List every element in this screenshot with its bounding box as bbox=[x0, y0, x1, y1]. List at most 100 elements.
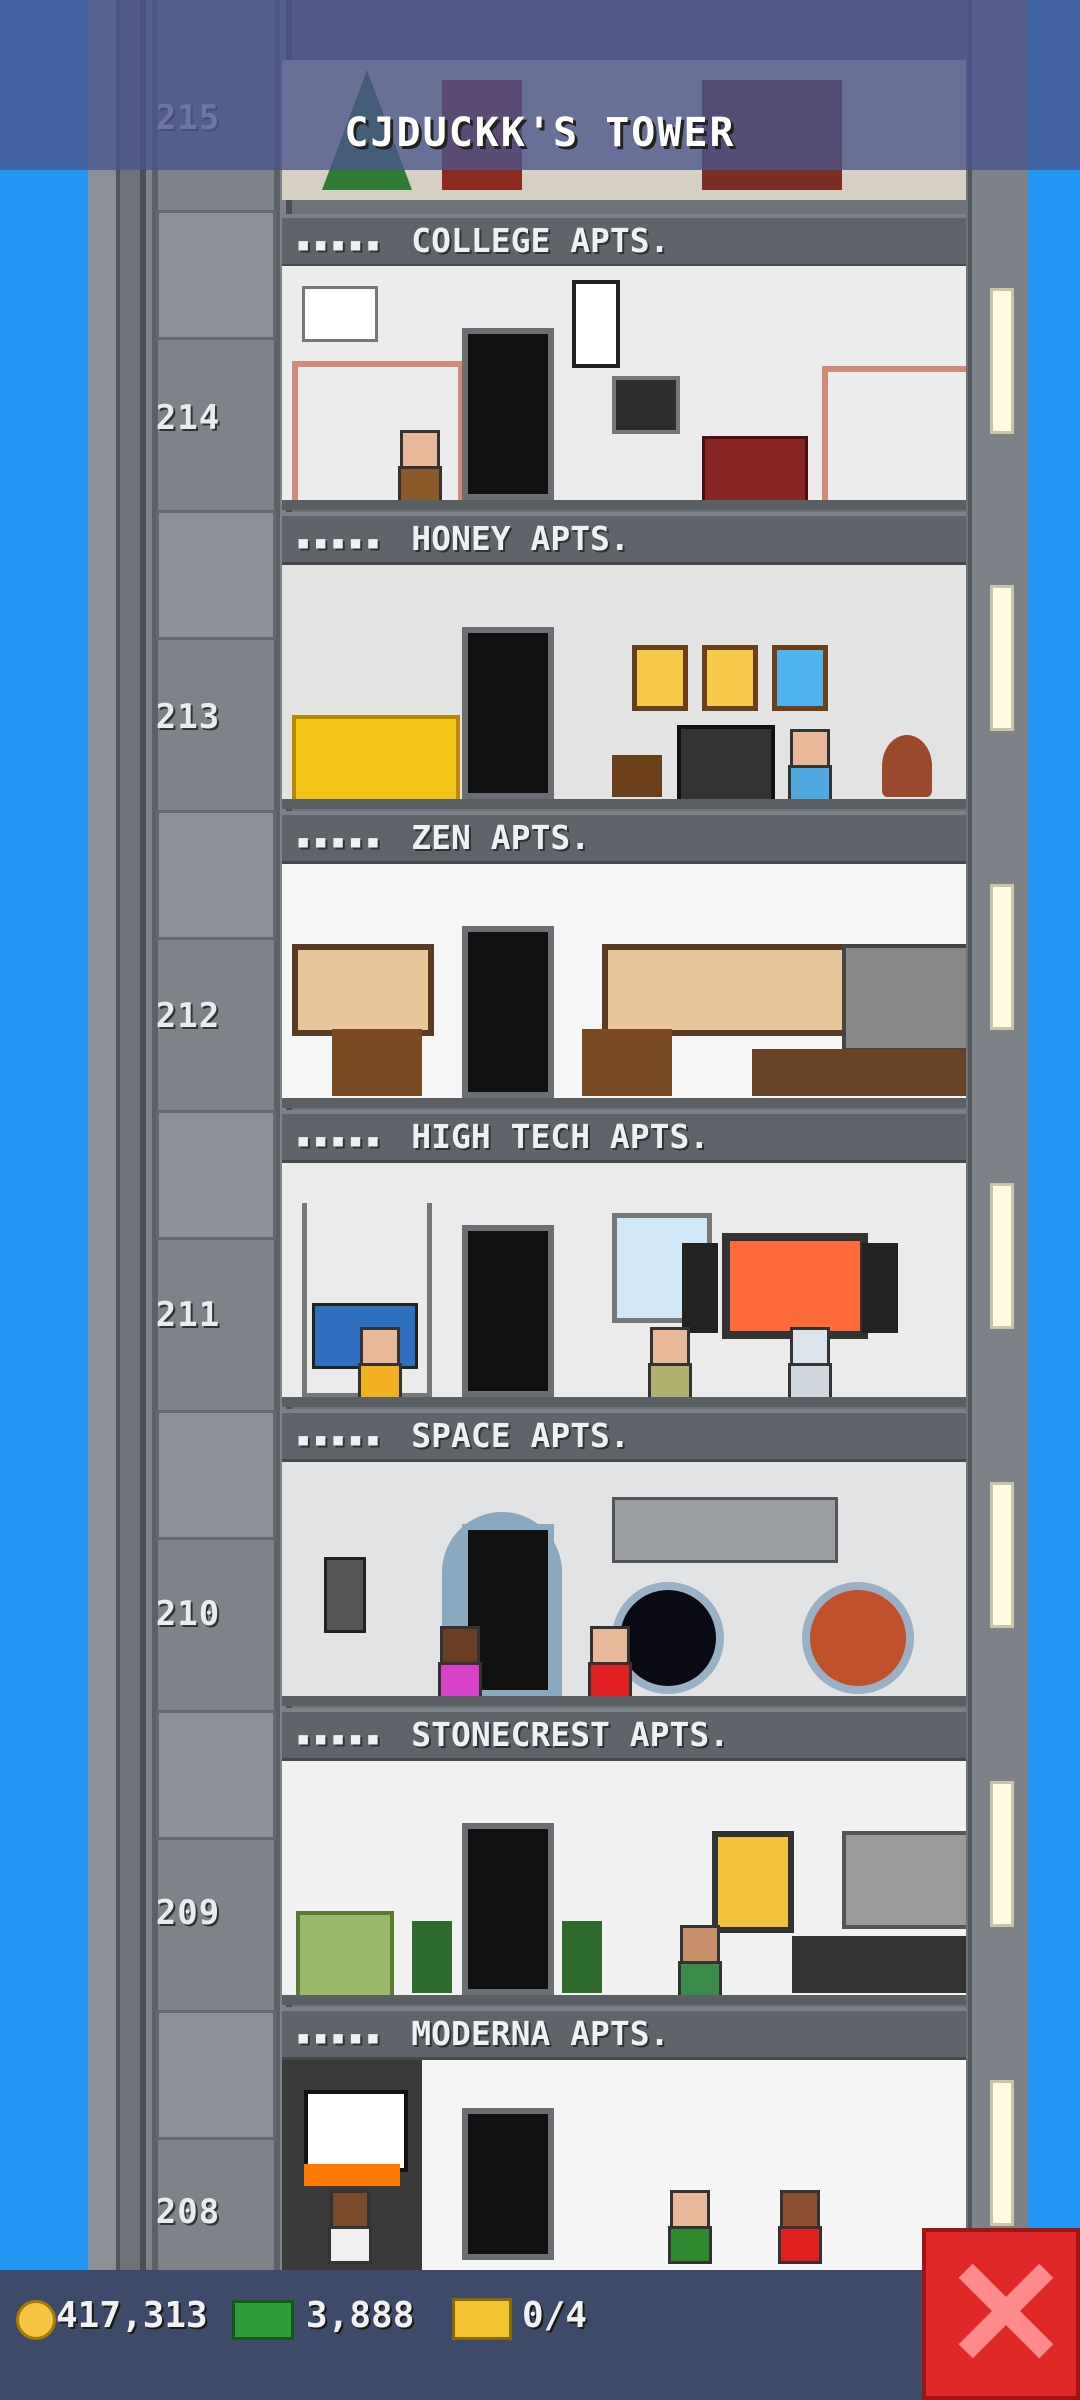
mondrian-art bbox=[304, 2090, 408, 2172]
wall-console bbox=[612, 1497, 838, 1563]
floor-number: 209 bbox=[155, 1893, 221, 1933]
picture-frame bbox=[702, 645, 758, 711]
armchair bbox=[677, 725, 775, 805]
elevator-segment bbox=[156, 210, 276, 340]
flower-vase bbox=[882, 735, 932, 797]
apartment-moderna[interactable] bbox=[282, 2060, 966, 2270]
resident[interactable] bbox=[642, 1327, 692, 1401]
window-light bbox=[990, 1482, 1014, 1628]
floor-name: HIGH TECH APTS. bbox=[411, 1117, 710, 1156]
shoji-window bbox=[292, 944, 434, 1036]
resident[interactable] bbox=[322, 2190, 372, 2264]
apartment-college[interactable] bbox=[282, 266, 966, 510]
resident-body bbox=[788, 765, 832, 803]
resident-body bbox=[788, 1363, 832, 1401]
floor-number: 211 bbox=[155, 1295, 221, 1335]
apartment-honey[interactable] bbox=[282, 565, 966, 809]
resident-head bbox=[780, 2190, 820, 2230]
picture-frame bbox=[772, 645, 828, 711]
rating-icon: ▪▪▪▪▪ bbox=[296, 827, 384, 855]
resident-robot[interactable] bbox=[782, 1327, 832, 1401]
cabinet bbox=[332, 1029, 422, 1096]
plant bbox=[412, 1921, 452, 1993]
rating-icon: ▪▪▪▪▪ bbox=[296, 230, 384, 258]
apartment-stonecrest[interactable] bbox=[282, 1761, 966, 2005]
resident-body bbox=[668, 2226, 712, 2264]
low-table bbox=[752, 1049, 966, 1096]
plant bbox=[562, 1921, 602, 1993]
rating-icon: ▪▪▪▪▪ bbox=[296, 1425, 384, 1453]
resident-head bbox=[670, 2190, 710, 2230]
tower-bux-icon bbox=[232, 2300, 294, 2340]
resident-head bbox=[650, 1327, 690, 1367]
kitchen-cabinets bbox=[842, 944, 966, 1052]
rating-icon: ▪▪▪▪▪ bbox=[296, 1724, 384, 1752]
apartment-door[interactable] bbox=[462, 1823, 554, 1995]
apartment-zen[interactable] bbox=[282, 864, 966, 1108]
apartment-door[interactable] bbox=[462, 926, 554, 1098]
pennant-flag bbox=[302, 286, 378, 342]
resident-head bbox=[790, 729, 830, 769]
resident-body bbox=[588, 1662, 632, 1700]
apartment-door[interactable] bbox=[462, 627, 554, 799]
control-panel bbox=[324, 1557, 366, 1633]
resident-head bbox=[590, 1626, 630, 1666]
floor-ground bbox=[282, 500, 966, 510]
floor-number: 212 bbox=[155, 996, 221, 1036]
golden-ticket-icon bbox=[452, 2298, 512, 2340]
elevator-segment bbox=[156, 1710, 276, 1840]
floor-banner: ▪▪▪▪▪ COLLEGE APTS. bbox=[282, 214, 966, 268]
resident[interactable] bbox=[582, 1626, 632, 1700]
big-screen-tv bbox=[722, 1233, 868, 1339]
floor-ground bbox=[282, 1696, 966, 1706]
resident[interactable] bbox=[432, 1626, 482, 1700]
resident-viking[interactable] bbox=[392, 430, 442, 504]
resident[interactable] bbox=[672, 1925, 722, 1999]
close-icon bbox=[956, 2262, 1054, 2360]
close-button[interactable] bbox=[922, 2228, 1080, 2400]
elevator-segment bbox=[156, 1110, 276, 1240]
rating-icon: ▪▪▪▪▪ bbox=[296, 1126, 384, 1154]
floor-ground bbox=[282, 799, 966, 809]
floor-ground bbox=[282, 1995, 966, 2005]
elevator-segment bbox=[156, 810, 276, 940]
resident-firefighter[interactable] bbox=[352, 1327, 402, 1401]
apartment-high-tech[interactable] bbox=[282, 1163, 966, 1407]
bux-count: 3,888 bbox=[306, 2295, 415, 2336]
resident[interactable] bbox=[772, 2190, 822, 2264]
floor-ground bbox=[282, 1098, 966, 1108]
kitchen-cabinets bbox=[842, 1831, 966, 1929]
resident[interactable] bbox=[782, 729, 832, 803]
floor-banner: ▪▪▪▪▪ STONECREST APTS. bbox=[282, 1708, 966, 1762]
window-light bbox=[990, 1183, 1014, 1329]
apartment-space[interactable] bbox=[282, 1462, 966, 1706]
coin-icon bbox=[16, 2300, 56, 2340]
coins-count: 417,313 bbox=[56, 2295, 208, 2336]
floor-number: 214 bbox=[155, 398, 221, 438]
window-light bbox=[990, 288, 1014, 434]
tickets-count: 0/4 bbox=[522, 2295, 588, 2336]
resident-head bbox=[790, 1327, 830, 1367]
tower-title: CJDUCKK'S TOWER bbox=[344, 110, 736, 156]
floor-banner: ▪▪▪▪▪ HONEY APTS. bbox=[282, 512, 966, 566]
resident-body bbox=[778, 2226, 822, 2264]
kitchen-counter bbox=[792, 1936, 966, 1993]
resident-body bbox=[648, 1363, 692, 1401]
resident-body bbox=[328, 2226, 372, 2264]
tower-left-wall bbox=[88, 0, 120, 2270]
apartment-door[interactable] bbox=[462, 2108, 554, 2260]
window-light bbox=[990, 884, 1014, 1030]
apartment-door[interactable] bbox=[462, 328, 554, 500]
floor-banner: ▪▪▪▪▪ MODERNA APTS. bbox=[282, 2007, 966, 2061]
window-light bbox=[990, 1781, 1014, 1927]
resident-head bbox=[360, 1327, 400, 1367]
resident-leprechaun[interactable] bbox=[662, 2190, 712, 2264]
poster bbox=[572, 280, 620, 368]
resident-head bbox=[680, 1925, 720, 1965]
floor-banner: ▪▪▪▪▪ ZEN APTS. bbox=[282, 811, 966, 865]
floor-banner: ▪▪▪▪▪ SPACE APTS. bbox=[282, 1409, 966, 1463]
side-table bbox=[612, 755, 662, 797]
floor-number: 208 bbox=[155, 2192, 221, 2232]
apartment-door[interactable] bbox=[462, 1225, 554, 1397]
bunk-bed bbox=[822, 366, 966, 502]
